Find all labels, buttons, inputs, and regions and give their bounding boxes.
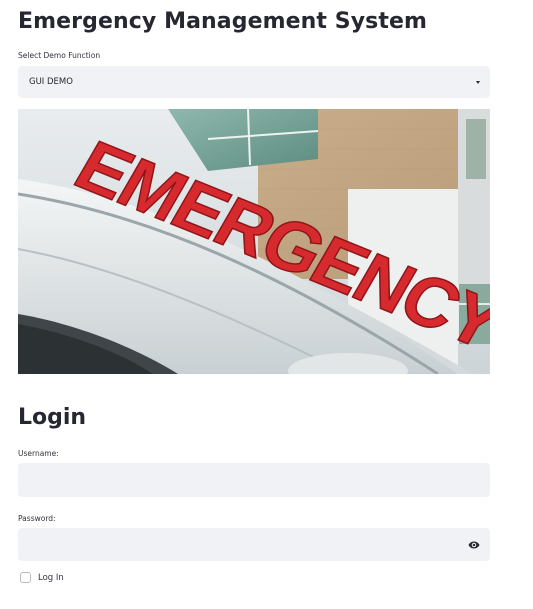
- emergency-building-photo: EMERGENCY: [18, 109, 490, 374]
- login-title: Login: [18, 405, 87, 430]
- password-input[interactable]: [18, 528, 490, 561]
- emergency-hero-image: EMERGENCY: [18, 109, 490, 374]
- demo-function-select[interactable]: GUI DEMO: [18, 66, 490, 98]
- username-label: Username:: [18, 449, 59, 458]
- demo-select-label: Select Demo Function: [18, 51, 101, 60]
- login-checkbox-row[interactable]: Log In: [20, 572, 64, 583]
- login-checkbox[interactable]: [20, 572, 31, 583]
- demo-select-value: GUI DEMO: [29, 77, 73, 87]
- password-field: [18, 528, 490, 561]
- password-label: Password:: [18, 514, 56, 523]
- eye-icon[interactable]: [468, 539, 480, 551]
- login-checkbox-label: Log In: [38, 572, 64, 583]
- chevron-down-icon: [476, 80, 480, 84]
- page-title: Emergency Management System: [18, 9, 428, 34]
- username-input[interactable]: [18, 463, 490, 497]
